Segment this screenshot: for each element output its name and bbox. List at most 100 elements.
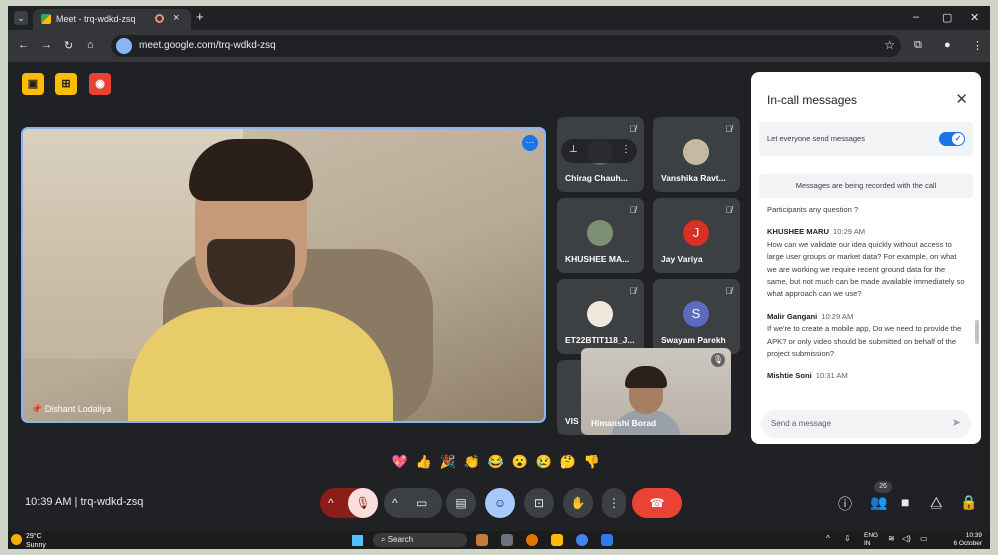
participant-name: Vanshika Ravt...	[661, 173, 726, 183]
microphone-control: ^ 🎙	[320, 488, 378, 518]
home-icon[interactable]: ⌂	[87, 39, 94, 51]
more-options-button[interactable]: ⋮	[602, 488, 626, 518]
reaction-clap[interactable]: 👏	[460, 454, 484, 470]
close-window-icon[interactable]: ✕	[970, 11, 979, 24]
allow-messages-toggle[interactable]: ✓	[939, 132, 965, 146]
browser-menu-icon[interactable]: ⋮	[972, 39, 983, 52]
people-icon[interactable]: 👥	[870, 494, 887, 511]
chevron-up-icon[interactable]: ^	[392, 488, 398, 518]
reaction-heart[interactable]: 💖	[388, 454, 412, 470]
list-item: Malir Gangani 10:29 AM If we're to create…	[767, 311, 965, 361]
more-options-icon[interactable]: ⋮	[621, 144, 631, 155]
self-view-tile[interactable]: 🎙 Himanshi Borad	[581, 348, 731, 435]
captions-button[interactable]: ▤	[446, 488, 476, 518]
mic-off-icon: 🎙̸	[629, 124, 636, 134]
participant-name: Himanshi Borad	[591, 418, 657, 428]
recording-indicator-icon[interactable]: ◉	[89, 73, 111, 95]
volume-icon[interactable]: ◁)	[902, 534, 911, 543]
show-hidden-icons[interactable]: ^	[826, 534, 830, 543]
chat-icon[interactable]: ■	[901, 494, 909, 510]
camera-icon[interactable]: ▭	[416, 488, 427, 518]
language-indicator[interactable]: ENG IN	[864, 532, 878, 548]
file-explorer-icon[interactable]	[551, 534, 563, 546]
forward-icon[interactable]: →	[41, 39, 52, 51]
list-item: Participants any question ?	[767, 205, 859, 214]
weather-widget[interactable]: 29°C Sunny	[11, 533, 46, 549]
reaction-thumbs-down[interactable]: 👎	[580, 454, 604, 470]
reaction-bar: 💖 👍 🎉 👏 😂 😮 😢 🤔 👎	[388, 453, 618, 477]
message-sender: Malir Gangani	[767, 311, 818, 321]
message-sender: KHUSHEE MARU	[767, 227, 830, 237]
allow-messages-label: Let everyone send messages	[767, 134, 865, 143]
leave-call-button[interactable]: ☎	[632, 488, 682, 518]
search-icon: ⌕	[381, 535, 388, 544]
usb-icon[interactable]: ⇩	[844, 534, 851, 543]
reaction-surprised[interactable]: 😮	[508, 454, 532, 470]
raise-hand-button[interactable]: ✋	[563, 488, 593, 518]
taskbar-app-icon[interactable]	[476, 534, 488, 546]
activities-icon[interactable]: ⧋	[930, 494, 943, 511]
host-controls-icon[interactable]: ⊞	[55, 73, 77, 95]
mic-off-icon[interactable]: 🎙	[348, 488, 378, 518]
mic-off-icon: 🎙̸	[725, 205, 732, 215]
reaction-thumbs-up[interactable]: 👍	[412, 454, 436, 470]
url-field[interactable]: meet.google.com/trq-wdkd-zsq ☆	[111, 35, 901, 57]
meeting-details-icon[interactable]: ⓘ	[838, 494, 852, 514]
extensions-icon[interactable]: ⧉	[914, 39, 922, 52]
reaction-thinking[interactable]: 🤔	[556, 454, 580, 470]
sun-icon	[11, 534, 22, 545]
reaction-laugh[interactable]: 😂	[484, 454, 508, 470]
windows-start-icon[interactable]	[352, 535, 363, 546]
participant-tile[interactable]: 🎙̸ J Jay Variya	[653, 198, 740, 273]
taskbar-search[interactable]: ⌕ Search	[373, 533, 467, 547]
participant-tile[interactable]: 🎙̸ S Swayam Parekh	[653, 279, 740, 354]
host-controls-lock-icon[interactable]: 🔒	[960, 494, 977, 511]
minimize-icon[interactable]: –	[913, 11, 919, 23]
task-view-icon[interactable]	[501, 534, 513, 546]
wifi-icon[interactable]: ≋	[888, 534, 895, 543]
tab-search-icon[interactable]: ⌄	[14, 11, 28, 25]
emoji-icon: ☺	[493, 496, 507, 510]
new-tab-icon[interactable]: +	[196, 9, 204, 24]
chrome-icon[interactable]	[526, 534, 538, 546]
avatar: S	[683, 301, 709, 327]
message-scrollbar[interactable]	[975, 320, 979, 344]
tile-hover-controls: ⊥ ⋮	[561, 139, 637, 163]
bookmark-star-icon[interactable]: ☆	[884, 38, 895, 52]
tab-title: Meet - trq-wdkd-zsq	[56, 14, 136, 24]
profile-icon[interactable]: ●	[944, 39, 951, 51]
end-call-icon: ☎	[649, 496, 665, 510]
maximize-icon[interactable]: ▢	[942, 11, 952, 24]
send-message-input[interactable]: Send a message ➤	[761, 410, 971, 438]
site-info-icon[interactable]	[116, 38, 132, 54]
reload-icon[interactable]: ↻	[64, 39, 73, 52]
back-icon[interactable]: ←	[18, 39, 29, 51]
reaction-party[interactable]: 🎉	[436, 454, 460, 470]
notes-app-icon[interactable]	[601, 534, 613, 546]
participant-tile[interactable]: 🎙̸ Vanshika Ravt...	[653, 117, 740, 192]
present-button[interactable]: ⊡	[524, 488, 554, 518]
reaction-sad[interactable]: 😢	[532, 454, 556, 470]
battery-icon[interactable]: ▭	[920, 534, 928, 543]
camera-blocked-icon[interactable]: ▣	[22, 73, 44, 95]
browser-tab[interactable]: Meet - trq-wdkd-zsq ×	[33, 9, 191, 30]
system-clock[interactable]: 10:39 6 October	[936, 532, 982, 548]
close-icon[interactable]: ✕	[955, 90, 968, 108]
chrome-profile-icon[interactable]	[576, 534, 588, 546]
more-options-icon[interactable]: ⋯	[522, 135, 538, 151]
pin-icon[interactable]: ⊥	[569, 144, 578, 155]
more-options-icon: ⋮	[608, 496, 620, 510]
participant-tile[interactable]: 🎙̸ ⊥ ⋮ Chirag Chauh...	[557, 117, 644, 192]
main-speaker-video[interactable]: ⋯ 📌 Dishant Lodaliya	[21, 127, 546, 423]
participant-tile[interactable]: 🎙̸ KHUSHEE MA...	[557, 198, 644, 273]
send-icon[interactable]: ➤	[952, 416, 961, 429]
chevron-up-icon[interactable]: ^	[328, 488, 334, 518]
meeting-code: trq-wdkd-zsq	[80, 496, 144, 508]
close-tab-icon[interactable]: ×	[173, 12, 179, 24]
reactions-button[interactable]: ☺	[485, 488, 515, 518]
participant-tile[interactable]: 🎙̸ ET22BTIT118_J...	[557, 279, 644, 354]
hand-icon: ✋	[570, 496, 586, 510]
message-list[interactable]: Participants any question ? KHUSHEE MARU…	[767, 204, 965, 400]
url-text: meet.google.com/trq-wdkd-zsq	[139, 40, 276, 51]
participant-name: Jay Variya	[661, 254, 703, 264]
